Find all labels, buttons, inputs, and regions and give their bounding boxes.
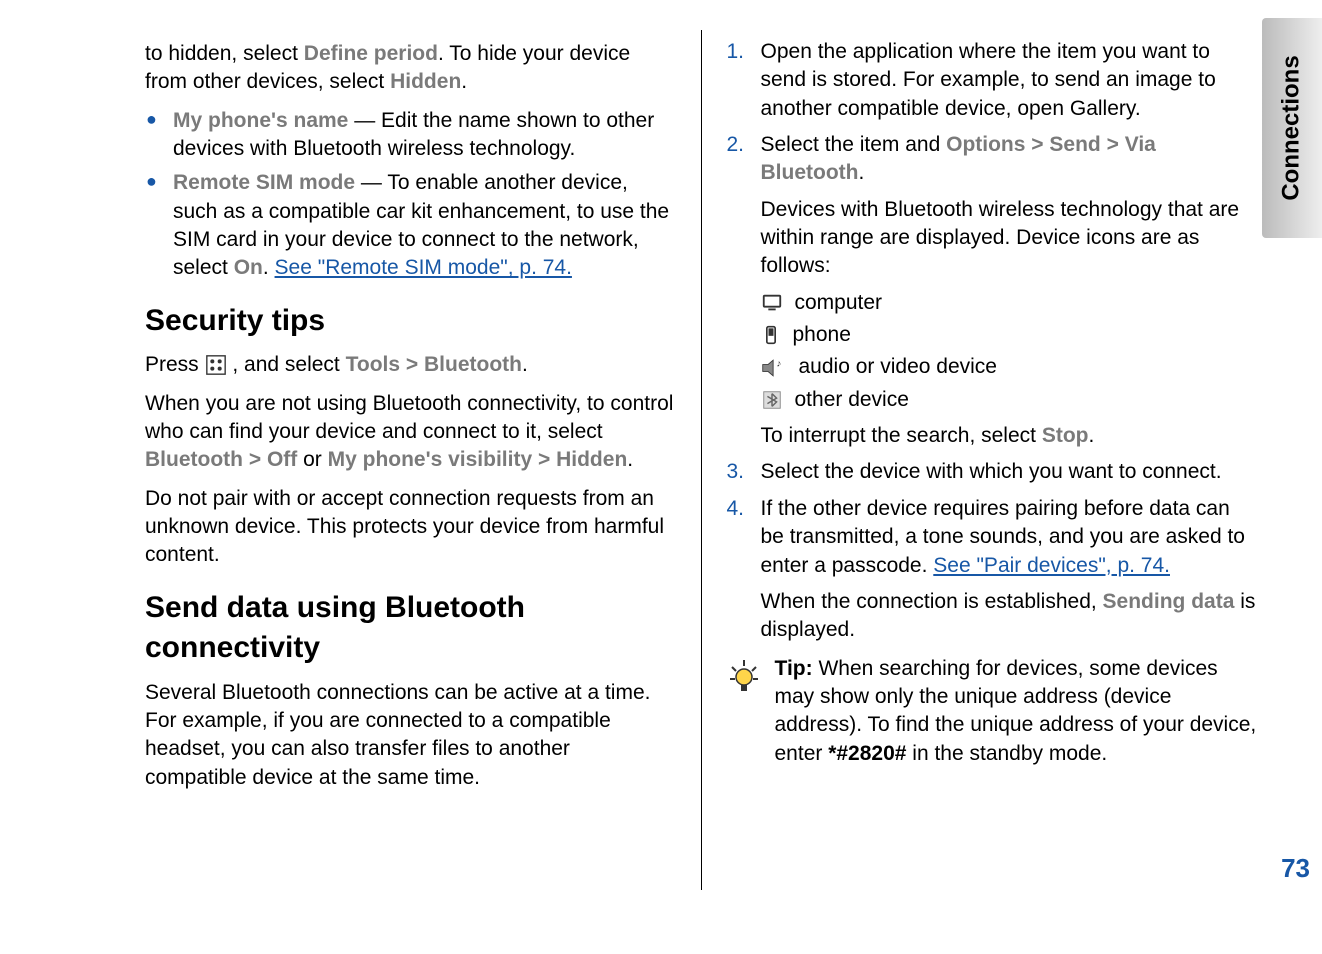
step-number: 3. — [727, 458, 745, 486]
step-number: 4. — [727, 495, 745, 523]
text: . — [461, 70, 467, 93]
chevron-right-icon: > — [406, 353, 418, 376]
step-4-sub: When the connection is established, Send… — [761, 588, 1258, 645]
ui-label-stop: Stop — [1042, 424, 1089, 447]
right-column: 1. Open the application where the item y… — [702, 30, 1283, 890]
text: Select the item and — [761, 133, 947, 156]
step-2: 2. Select the item and Options > Send > … — [727, 131, 1258, 450]
press-instruction: Press , and select Tools > Bluetooth. — [145, 351, 676, 379]
settings-bullet-list: My phone's name — Edit the name shown to… — [145, 107, 676, 283]
phone-icon — [761, 324, 781, 346]
step-1: 1. Open the application where the item y… — [727, 38, 1258, 123]
left-column: to hidden, select Define period. To hide… — [120, 30, 702, 890]
ui-label-hidden: Hidden — [556, 448, 627, 471]
svg-text:♪: ♪ — [776, 358, 781, 369]
list-item: My phone's name — Edit the name shown to… — [145, 107, 676, 164]
security-warning-paragraph: Do not pair with or accept connection re… — [145, 485, 676, 570]
tip-text: Tip: When searching for devices, some de… — [775, 655, 1258, 768]
step-number: 1. — [727, 38, 745, 66]
computer-icon — [761, 292, 783, 314]
menu-bluetooth: Bluetooth — [424, 353, 522, 376]
ui-label-on: On — [234, 256, 263, 279]
text: . — [858, 161, 864, 184]
ui-label-define-period: Define period — [304, 42, 438, 65]
section-tab-label: Connections — [1278, 55, 1306, 200]
ui-label-bluetooth: Bluetooth — [145, 448, 243, 471]
audio-video-icon: ♪ — [761, 357, 787, 379]
link-pair-devices[interactable]: See "Pair devices", p. 74. — [933, 554, 1170, 577]
link-remote-sim-mode[interactable]: See "Remote SIM mode", p. 74. — [275, 256, 572, 279]
setting-name-my-phones-name: My phone's name — [173, 109, 348, 132]
text: . — [522, 353, 528, 376]
text: . — [1088, 424, 1094, 447]
legend-label: computer — [795, 289, 883, 317]
ui-label-my-phones-visibility: My phone's visibility — [328, 448, 533, 471]
text: When the connection is established, — [761, 590, 1103, 613]
step-3: 3. Select the device with which you want… — [727, 458, 1258, 486]
menu-options: Options — [946, 133, 1025, 156]
legend-row-phone: phone — [761, 321, 1258, 349]
step-text: Open the application where the item you … — [761, 40, 1216, 120]
text: , and select — [232, 353, 345, 376]
chevron-right-icon: > — [1031, 133, 1043, 156]
tip-lightbulb-icon — [727, 655, 761, 768]
menu-send: Send — [1049, 133, 1100, 156]
legend-row-audio-video: ♪ audio or video device — [761, 353, 1258, 381]
other-device-icon — [761, 389, 783, 411]
setting-name-remote-sim-mode: Remote SIM mode — [173, 171, 355, 194]
ui-label-hidden: Hidden — [390, 70, 461, 93]
text: . — [263, 256, 275, 279]
ui-label-off: Off — [267, 448, 297, 471]
step-4: 4. If the other device requires pairing … — [727, 495, 1258, 645]
step-2-sub2: To interrupt the search, select Stop. — [761, 422, 1258, 450]
page-number: 73 — [1281, 853, 1310, 884]
tip-label: Tip: — [775, 657, 813, 680]
tip-box: Tip: When searching for devices, some de… — [727, 655, 1258, 768]
legend-label: other device — [795, 386, 909, 414]
chevron-right-icon: > — [249, 448, 261, 471]
document-page: to hidden, select Define period. To hide… — [0, 0, 1322, 920]
chevron-right-icon: > — [1107, 133, 1119, 156]
intro-send-data-paragraph: Several Bluetooth connections can be act… — [145, 679, 676, 792]
text: When you are not using Bluetooth connect… — [145, 392, 673, 443]
ui-label-sending-data: Sending data — [1103, 590, 1235, 613]
menu-key-icon — [205, 354, 227, 376]
chevron-right-icon: > — [538, 448, 550, 471]
legend-label: phone — [793, 321, 851, 349]
steps-list: 1. Open the application where the item y… — [727, 38, 1258, 645]
legend-row-other: other device — [761, 386, 1258, 414]
continuation-paragraph: to hidden, select Define period. To hide… — [145, 40, 676, 97]
legend-row-computer: computer — [761, 289, 1258, 317]
step-number: 2. — [727, 131, 745, 159]
device-icon-legend: computer phone ♪ audio or video device — [761, 289, 1258, 414]
text: . — [627, 448, 633, 471]
heading-security-tips: Security tips — [145, 301, 676, 342]
ussd-code: *#2820# — [828, 742, 906, 765]
text: or — [297, 448, 327, 471]
visibility-paragraph: When you are not using Bluetooth connect… — [145, 390, 676, 475]
menu-tools: Tools — [346, 353, 400, 376]
text: in the standby mode. — [906, 742, 1107, 765]
heading-send-data: Send data using Bluetooth connectivity — [145, 588, 676, 669]
text: To interrupt the search, select — [761, 424, 1042, 447]
text: to hidden, select — [145, 42, 304, 65]
section-tab-connections: Connections — [1262, 18, 1322, 238]
legend-label: audio or video device — [799, 353, 997, 381]
step-text: Select the device with which you want to… — [761, 460, 1222, 483]
list-item: Remote SIM mode — To enable another devi… — [145, 169, 676, 282]
text: Press — [145, 353, 205, 376]
step-2-sub1: Devices with Bluetooth wireless technolo… — [761, 196, 1258, 281]
